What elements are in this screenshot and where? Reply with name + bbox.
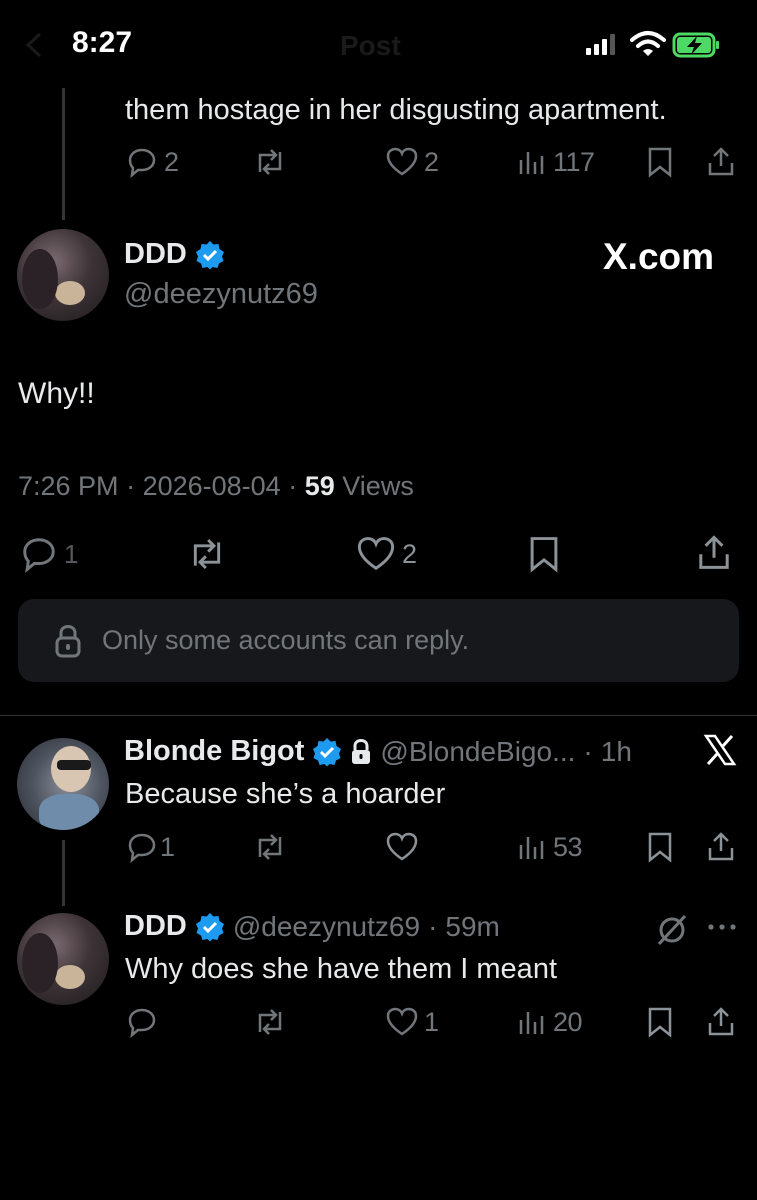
share-icon[interactable] bbox=[696, 533, 732, 573]
reply-text: Because she’s a hoarder bbox=[125, 778, 446, 810]
views-label: Views bbox=[342, 471, 414, 501]
reply-count: 2 bbox=[164, 146, 179, 177]
avatar[interactable] bbox=[17, 738, 109, 830]
parent-views[interactable]: 117 bbox=[517, 146, 595, 178]
header-title: Post bbox=[340, 30, 401, 61]
views-count: 59 bbox=[304, 471, 335, 501]
reply1-reply-button[interactable]: 1 bbox=[126, 831, 175, 863]
reply1-like-button[interactable] bbox=[386, 831, 418, 863]
reply-icon bbox=[126, 1006, 158, 1038]
tweet-date: 2026-08-04 bbox=[142, 471, 281, 501]
like-count: 2 bbox=[402, 538, 417, 569]
protected-lock-icon bbox=[350, 738, 372, 766]
retweet-icon bbox=[252, 831, 288, 863]
share-icon[interactable] bbox=[706, 1006, 736, 1038]
share-icon[interactable] bbox=[706, 831, 736, 863]
reply-icon bbox=[126, 831, 158, 863]
parent-retweet-button[interactable] bbox=[252, 146, 288, 178]
heart-icon bbox=[356, 535, 396, 573]
retweet-icon bbox=[252, 146, 288, 178]
retweet-icon bbox=[186, 535, 228, 573]
heart-icon bbox=[386, 831, 418, 863]
reply-restriction-banner: Only some accounts can reply. bbox=[18, 599, 739, 682]
avatar[interactable] bbox=[17, 913, 109, 1005]
parent-tweet-text: them hostage in her disgusting apartment… bbox=[125, 94, 667, 126]
reply-count: 1 bbox=[160, 831, 175, 862]
parent-like-button[interactable]: 2 bbox=[386, 146, 439, 178]
watermark: X.com bbox=[603, 236, 715, 277]
post-age: 1h bbox=[600, 735, 632, 767]
verified-badge-icon bbox=[312, 737, 342, 767]
reply-text: Why does she have them I meant bbox=[125, 953, 557, 985]
post-age: 59m bbox=[445, 910, 500, 942]
author-handle[interactable]: @deezynutz69 bbox=[124, 278, 318, 311]
author-handle[interactable]: @deezynutz69 bbox=[233, 911, 420, 943]
thread-line bbox=[62, 840, 65, 906]
reply1-views[interactable]: 53 bbox=[517, 831, 583, 863]
reply2-reply-button[interactable] bbox=[126, 1006, 158, 1038]
main-like-button[interactable]: 2 bbox=[356, 535, 417, 573]
tweet-text: Why!! bbox=[18, 377, 95, 410]
main-retweet-button[interactable] bbox=[186, 535, 228, 573]
avatar[interactable] bbox=[17, 229, 109, 321]
retweet-icon bbox=[252, 1006, 288, 1038]
status-time: 8:27 bbox=[72, 26, 133, 59]
verified-badge-icon bbox=[195, 912, 225, 942]
views-count: 117 bbox=[553, 146, 595, 177]
author-name[interactable]: DDD bbox=[124, 238, 187, 271]
parent-reply-button[interactable]: 2 bbox=[126, 146, 179, 178]
wifi-icon bbox=[630, 30, 666, 58]
bookmark-icon[interactable] bbox=[527, 535, 561, 573]
main-reply-button[interactable]: 1 bbox=[20, 535, 78, 573]
thread-line bbox=[62, 88, 65, 220]
bookmark-icon[interactable] bbox=[646, 1006, 674, 1038]
cellular-signal-icon bbox=[584, 32, 620, 56]
lock-icon bbox=[54, 624, 82, 658]
reply-restriction-text: Only some accounts can reply. bbox=[102, 625, 470, 655]
reply2-like-button[interactable]: 1 bbox=[386, 1006, 439, 1038]
grok-icon[interactable] bbox=[655, 913, 689, 947]
divider bbox=[0, 715, 757, 716]
reply2-views[interactable]: 20 bbox=[517, 1006, 583, 1038]
analytics-icon bbox=[517, 146, 547, 178]
tweet-timestamp: 7:26 PM · 2026-08-04 · 59 Views bbox=[18, 471, 414, 501]
author-handle[interactable]: @BlondeBigo... bbox=[380, 736, 575, 768]
heart-icon bbox=[386, 1006, 418, 1038]
share-icon[interactable] bbox=[706, 146, 736, 178]
back-arrow-icon[interactable] bbox=[20, 30, 50, 60]
like-count: 2 bbox=[424, 146, 439, 177]
bookmark-icon[interactable] bbox=[646, 831, 674, 863]
battery-charging-icon bbox=[672, 31, 722, 59]
tweet-time: 7:26 PM bbox=[18, 471, 119, 501]
reply-icon bbox=[126, 146, 158, 178]
analytics-icon bbox=[517, 1006, 547, 1038]
bookmark-icon[interactable] bbox=[646, 146, 674, 178]
reply1-retweet-button[interactable] bbox=[252, 831, 288, 863]
reply2-retweet-button[interactable] bbox=[252, 1006, 288, 1038]
reply-icon bbox=[20, 535, 58, 573]
reply-count: 1 bbox=[64, 538, 78, 569]
verified-badge-icon bbox=[195, 240, 225, 270]
author-name[interactable]: DDD bbox=[124, 910, 187, 943]
views-count: 53 bbox=[553, 831, 583, 862]
views-count: 20 bbox=[553, 1006, 583, 1037]
author-name[interactable]: Blonde Bigot bbox=[124, 735, 304, 768]
more-options-icon[interactable] bbox=[706, 922, 738, 932]
analytics-icon bbox=[517, 831, 547, 863]
heart-icon bbox=[386, 146, 418, 178]
x-logo-icon bbox=[703, 733, 737, 767]
like-count: 1 bbox=[424, 1006, 439, 1037]
